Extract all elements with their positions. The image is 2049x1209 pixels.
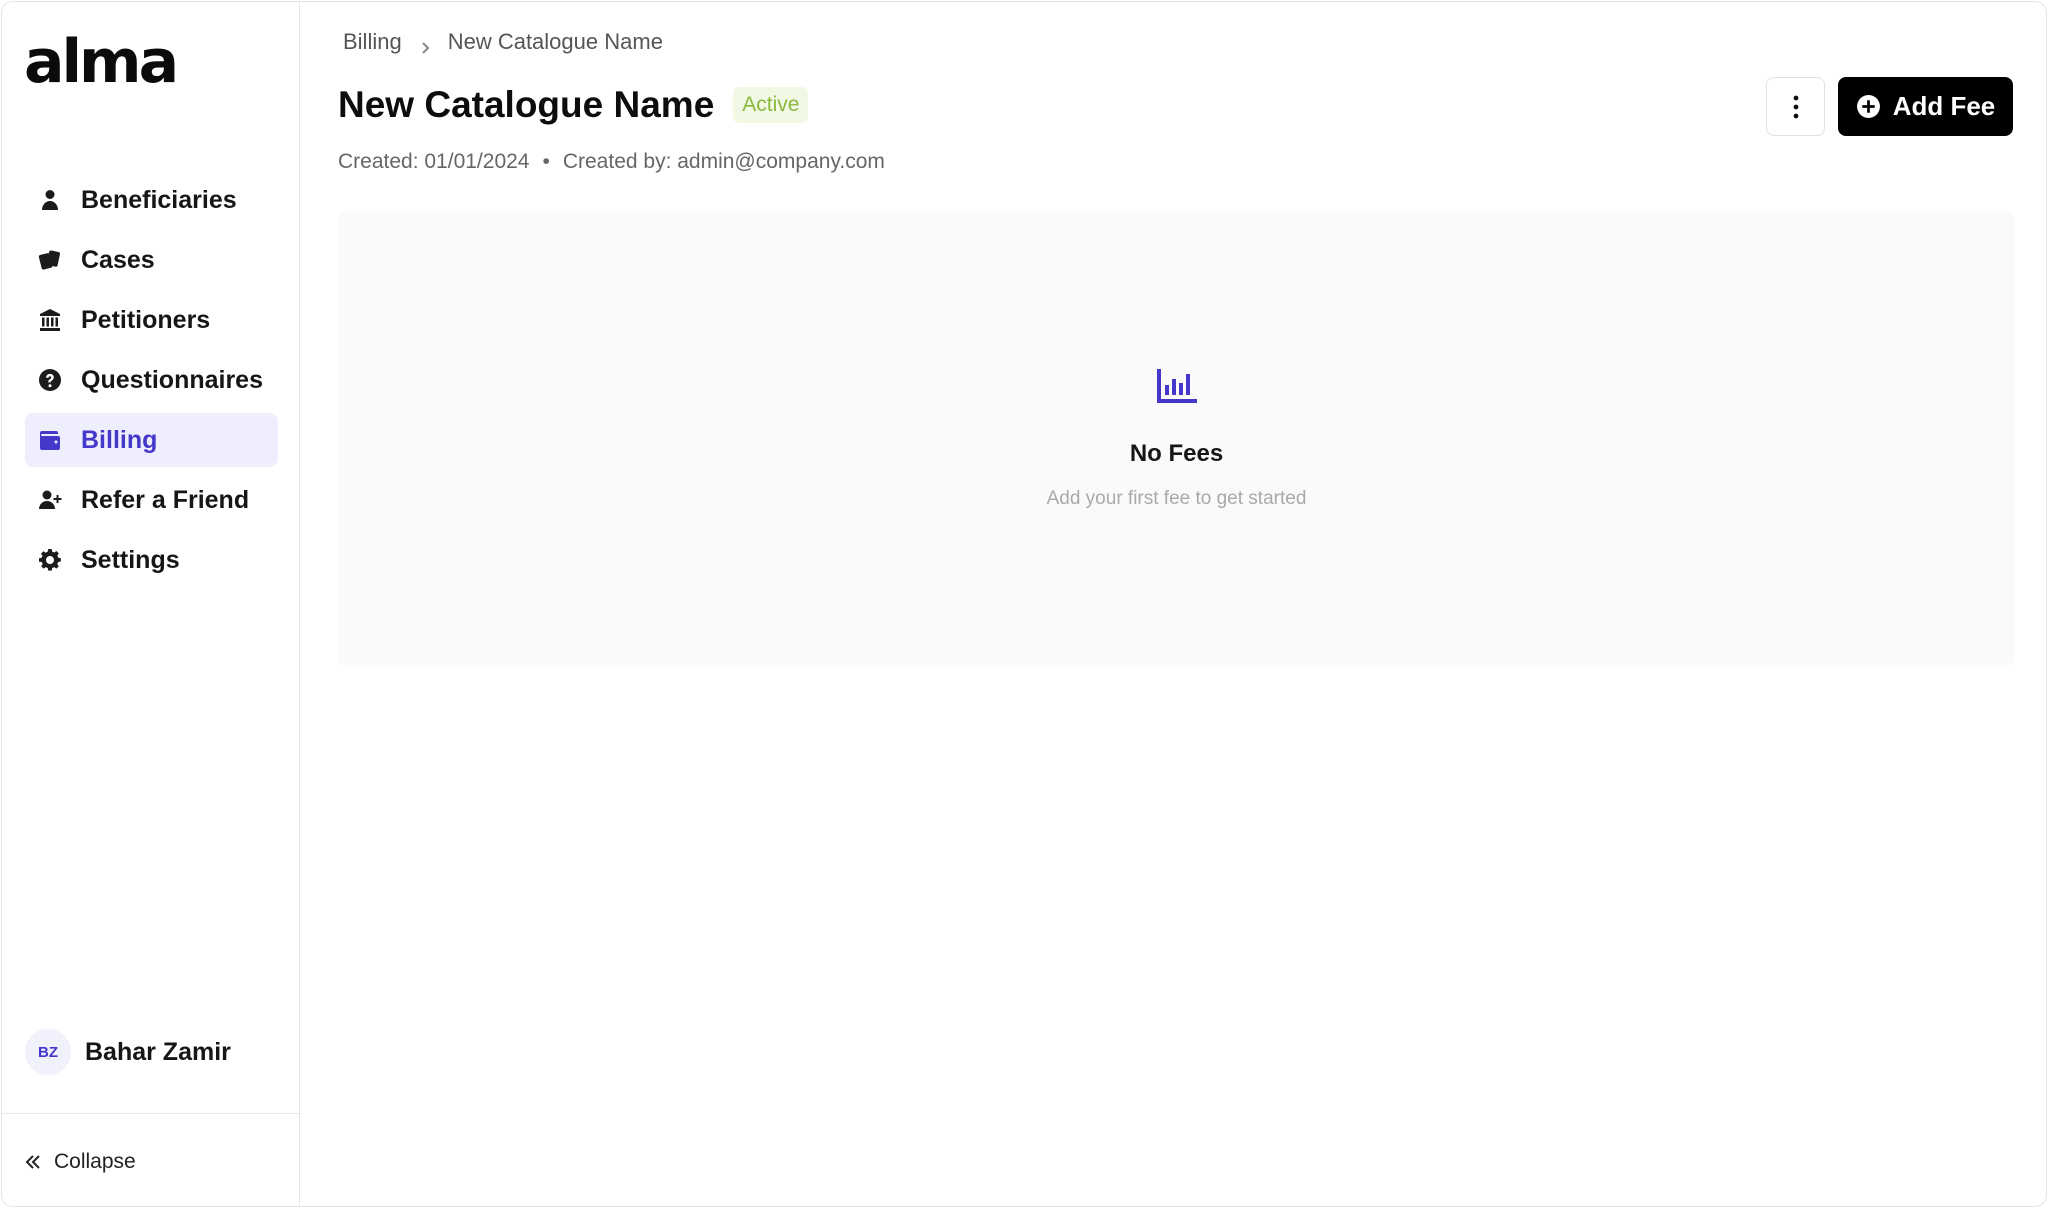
collapse-button[interactable]: Collapse [24, 1150, 136, 1174]
sidebar-item-label: Petitioners [81, 305, 211, 334]
chevron-right-icon [418, 35, 432, 54]
bar-chart-icon [1156, 367, 1197, 403]
sidebar-item-refer-a-friend[interactable]: Refer a Friend [25, 473, 278, 527]
empty-state: No Fees Add your first fee to get starte… [338, 211, 2015, 667]
created-by: Created by: admin@company.com [562, 150, 885, 173]
app-window: alma Beneficiaries Cases Petitioners Que… [1, 1, 2047, 1207]
sidebar-item-billing[interactable]: Billing [25, 413, 278, 467]
created-date: Created: 01/01/2024 [338, 150, 530, 173]
plus-circle-icon [1856, 95, 1880, 118]
sidebar-item-label: Billing [81, 425, 158, 454]
breadcrumb-billing[interactable]: Billing [343, 29, 402, 55]
bank-icon [37, 307, 63, 333]
sidebar-item-label: Beneficiaries [81, 185, 237, 214]
gear-icon [37, 547, 63, 573]
title-row: New Catalogue Name Active [338, 84, 809, 126]
empty-state-title: No Fees [1129, 440, 1224, 467]
user-name: Bahar Zamir [85, 1037, 231, 1066]
wallet-icon [37, 427, 63, 453]
collapse-area: Collapse [2, 1113, 299, 1206]
sidebar-item-petitioners[interactable]: Petitioners [25, 293, 278, 347]
sidebar-item-label: Questionnaires [81, 365, 263, 394]
empty-state-subtitle: Add your first fee to get started [1046, 488, 1307, 509]
chevrons-left-icon [25, 1155, 40, 1169]
sidebar-item-beneficiaries[interactable]: Beneficiaries [25, 173, 278, 227]
add-fee-button[interactable]: Add Fee [1838, 77, 2013, 136]
add-fee-label: Add Fee [1892, 91, 1996, 121]
collapse-label: Collapse [54, 1150, 136, 1173]
breadcrumb-current: New Catalogue Name [447, 29, 663, 54]
sidebar: alma Beneficiaries Cases Petitioners Que… [2, 2, 300, 1206]
user-profile[interactable]: BZ Bahar Zamir [25, 1029, 231, 1075]
sidebar-item-cases[interactable]: Cases [25, 233, 278, 287]
meta-separator: • [542, 150, 550, 173]
main-content: Billing New Catalogue Name New Catalogue… [301, 2, 2046, 1206]
sidebar-item-settings[interactable]: Settings [25, 533, 278, 587]
user-plus-icon [37, 487, 63, 513]
catalogue-meta: Created: 01/01/2024 • Created by: admin@… [338, 150, 885, 174]
sidebar-item-label: Settings [81, 545, 180, 574]
person-icon [37, 187, 63, 213]
more-vertical-icon [1793, 95, 1798, 118]
breadcrumb: Billing New Catalogue Name [343, 29, 663, 55]
question-circle-icon [37, 367, 63, 393]
logo: alma [24, 27, 179, 97]
header-actions: Add Fee [1766, 77, 2013, 136]
more-options-button[interactable] [1766, 77, 1825, 136]
avatar: BZ [25, 1029, 71, 1075]
status-badge: Active [733, 87, 809, 123]
sidebar-item-label: Refer a Friend [81, 485, 250, 514]
page-title: New Catalogue Name [338, 84, 715, 125]
cards-icon [37, 247, 63, 273]
sidebar-item-questionnaires[interactable]: Questionnaires [25, 353, 278, 407]
sidebar-nav: Beneficiaries Cases Petitioners Question… [25, 173, 278, 593]
sidebar-item-label: Cases [81, 245, 155, 274]
